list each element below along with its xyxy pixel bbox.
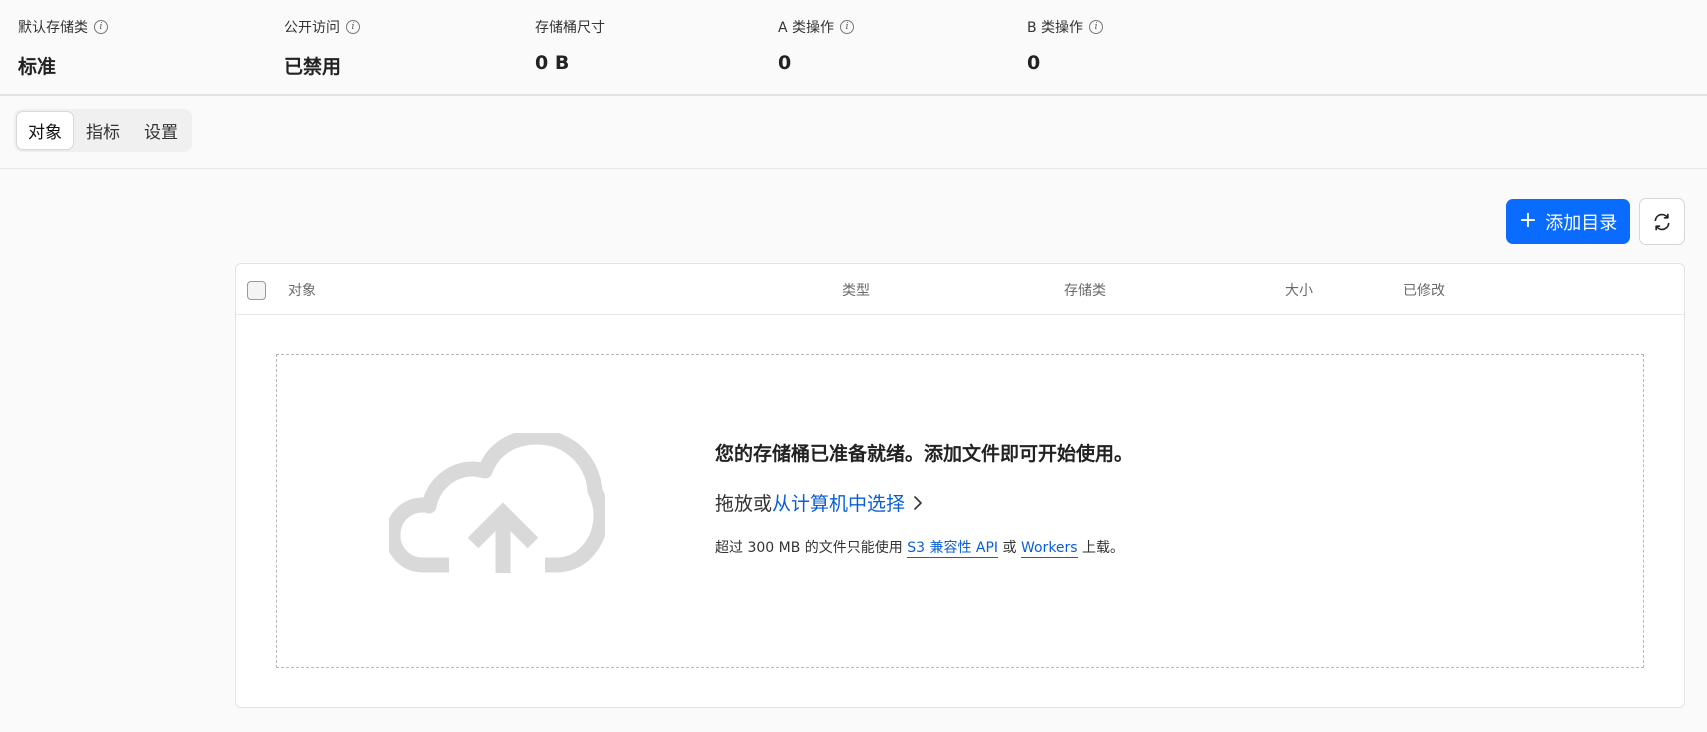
- column-header-type[interactable]: 类型: [842, 280, 870, 300]
- info-icon[interactable]: i: [1089, 20, 1104, 34]
- tab-objects[interactable]: 对象: [17, 112, 73, 149]
- column-header-object[interactable]: 对象: [288, 280, 316, 300]
- info-icon[interactable]: i: [94, 20, 108, 34]
- bucket-ready-title: 您的存储桶已准备就绪。添加文件即可开始使用。: [715, 443, 1134, 465]
- stat-class-b-operations: B 类操作 i 0: [1027, 17, 1104, 74]
- objects-table: 对象 类型 存储类 大小 已修改 您的存储桶已准备就绪。添加文件即可开始使用。 …: [235, 263, 1685, 708]
- stat-label: 默认存储类: [18, 20, 88, 36]
- info-icon[interactable]: i: [840, 20, 855, 34]
- select-from-computer-link[interactable]: 从计算机中选择: [772, 489, 905, 516]
- add-directory-label: 添加目录: [1545, 212, 1618, 234]
- column-header-size[interactable]: 大小: [1285, 280, 1313, 300]
- s3-api-link[interactable]: S3 兼容性 API: [907, 540, 999, 558]
- table-header: 对象 类型 存储类 大小 已修改: [236, 264, 1684, 315]
- workers-link[interactable]: Workers: [1020, 540, 1078, 558]
- stat-value: 0 B: [535, 52, 570, 74]
- refresh-button[interactable]: [1639, 198, 1685, 245]
- stat-label: 存储桶尺寸: [535, 20, 605, 36]
- note-prefix: 超过 300 MB 的文件只能使用: [715, 540, 908, 556]
- tabs-bar: 对象 指标 设置: [0, 96, 1707, 169]
- file-drop-zone[interactable]: 您的存储桶已准备就绪。添加文件即可开始使用。 拖放或 从计算机中选择 超过 30…: [276, 354, 1644, 668]
- bucket-stats-header: 默认存储类 i 标准 公开访问 i 已禁用 存储桶尺寸 0 B A 类操作 i …: [0, 0, 1707, 96]
- stat-label: A 类操作: [778, 20, 835, 36]
- tab-settings[interactable]: 设置: [133, 112, 189, 149]
- add-directory-button[interactable]: + 添加目录: [1506, 199, 1630, 244]
- drag-or-select-line: 拖放或 从计算机中选择: [715, 489, 1515, 516]
- stat-value: 0: [1027, 52, 1041, 74]
- select-all-checkbox[interactable]: [247, 281, 266, 300]
- upload-size-note: 超过 300 MB 的文件只能使用 S3 兼容性 API 或 Workers 上…: [715, 537, 1515, 558]
- column-header-storage-class[interactable]: 存储类: [1064, 280, 1106, 300]
- tab-list: 对象 指标 设置: [14, 109, 192, 152]
- stat-public-access: 公开访问 i 已禁用: [284, 17, 360, 79]
- stat-bucket-size: 存储桶尺寸 0 B: [535, 17, 605, 74]
- stat-class-a-operations: A 类操作 i 0: [778, 17, 855, 74]
- cloud-upload-icon: [389, 433, 605, 573]
- stat-label: B 类操作: [1027, 20, 1084, 36]
- column-header-modified[interactable]: 已修改: [1403, 280, 1445, 300]
- stat-value: 标准: [18, 56, 57, 78]
- tab-metrics[interactable]: 指标: [75, 112, 131, 149]
- note-or: 或: [998, 540, 1021, 556]
- info-icon[interactable]: i: [346, 20, 360, 34]
- drop-zone-text: 您的存储桶已准备就绪。添加文件即可开始使用。 拖放或 从计算机中选择 超过 30…: [715, 439, 1515, 558]
- drag-drop-prefix: 拖放或: [715, 493, 773, 515]
- stat-value: 已禁用: [284, 56, 342, 78]
- refresh-icon: [1654, 213, 1670, 230]
- chevron-right-icon[interactable]: [913, 495, 923, 511]
- stat-default-storage-class: 默认存储类 i 标准: [18, 17, 108, 79]
- note-suffix: 上载。: [1077, 540, 1125, 556]
- stat-label: 公开访问: [284, 20, 340, 36]
- plus-icon: +: [1518, 207, 1538, 233]
- stat-value: 0: [778, 52, 792, 74]
